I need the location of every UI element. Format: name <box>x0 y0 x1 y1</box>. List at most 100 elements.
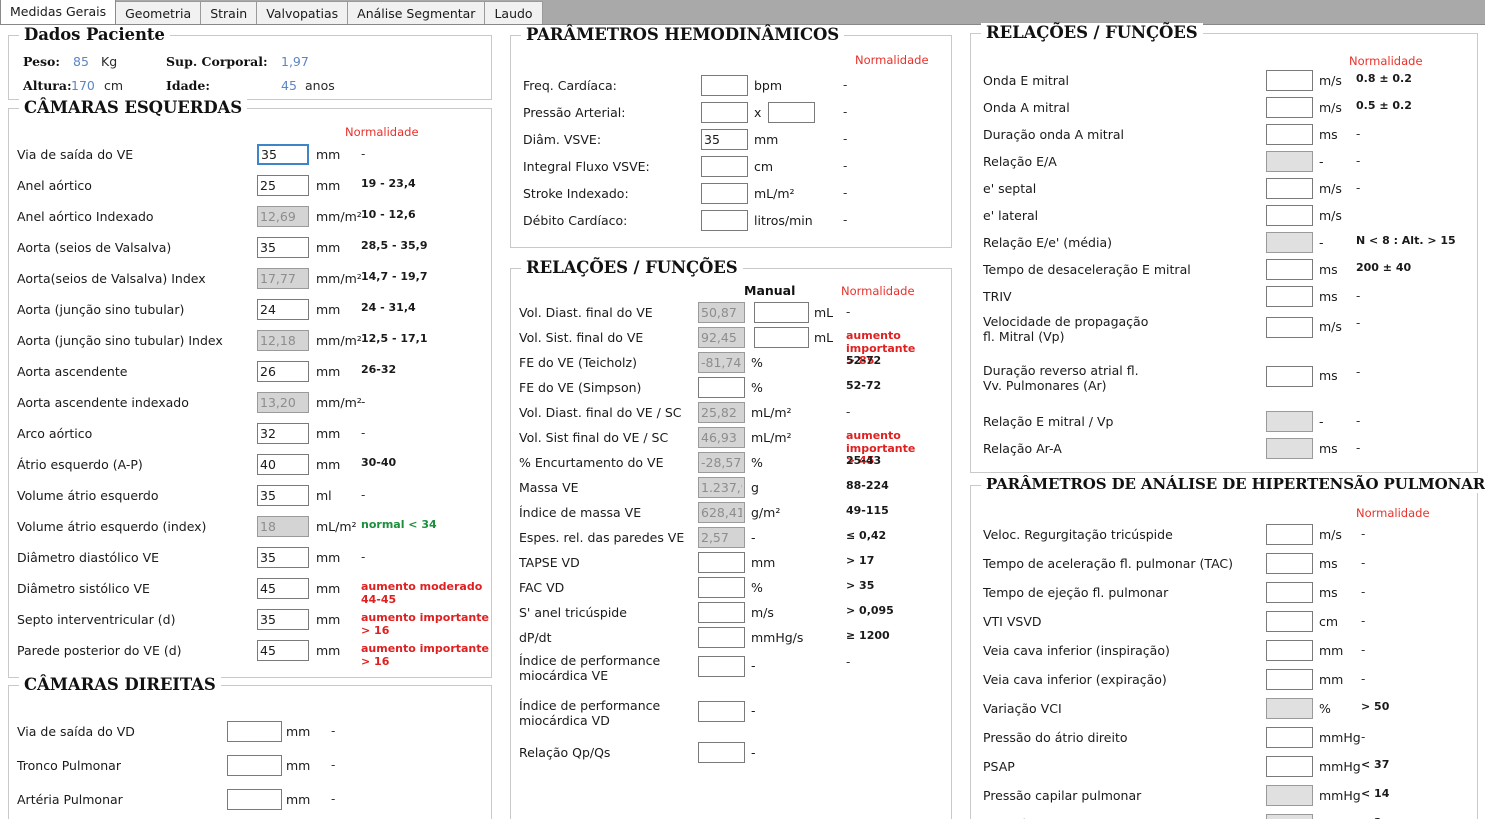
label-arco-aortico: Arco aórtico <box>17 426 93 441</box>
label-onda-a-mitral: Onda A mitral <box>983 100 1070 115</box>
input-velocidade-de-propagacao-fl-mitral-vp[interactable] <box>1266 317 1313 338</box>
unit-duracao-onda-a-mitral: ms <box>1319 127 1338 142</box>
input-anel-aortico[interactable] <box>257 175 309 196</box>
input-veloc-regurgitacao-tricuspide[interactable] <box>1266 524 1313 545</box>
normalidade-diametro-sistolico-ve: aumento moderado 44-45 <box>361 580 483 606</box>
measurement-row: Variação VCI% > 50 <box>971 698 1477 720</box>
tab-medidas-gerais[interactable]: Medidas Gerais <box>0 0 117 24</box>
input-atrio-esquerdo-a-p[interactable] <box>257 454 309 475</box>
input-e-septal[interactable] <box>1266 178 1313 199</box>
manual-input-vol-diast-final-do-ve[interactable] <box>754 302 809 323</box>
measurement-row: Freq. Cardíaca: bpm - <box>511 75 951 97</box>
input-pressao-do-atrio-direito[interactable] <box>1266 727 1313 748</box>
input-volume-atrio-esquerdo[interactable] <box>257 485 309 506</box>
input-tapse-vd[interactable] <box>698 552 745 573</box>
input-psap[interactable] <box>1266 756 1313 777</box>
input-vti-vsvd[interactable] <box>1266 611 1313 632</box>
input-tempo-de-aceleracao-fl-pulmonar-tac[interactable] <box>1266 553 1313 574</box>
tab-geometria[interactable]: Geometria <box>115 1 202 24</box>
left-chambers-group: CÂMARAS ESQUERDAS Normalidade Via de saí… <box>8 98 492 678</box>
input-aorta-juncao-sino-tubular[interactable] <box>257 299 309 320</box>
tab-an-lise-segmentar[interactable]: Análise Segmentar <box>347 1 486 24</box>
unit-e-septal: m/s <box>1319 181 1342 196</box>
measurement-row: Vol. Sist final do VE / SCmL/m²aumento i… <box>511 427 951 467</box>
normalidade-aorta-ascendente: 26-32 <box>361 363 397 376</box>
input-onda-a-mitral[interactable] <box>1266 97 1313 118</box>
measurement-row: % Encurtamento do VE% 25-43 <box>511 452 951 474</box>
unit-relacao-e-a: - <box>1319 154 1324 169</box>
input-relacao-ar-a <box>1266 438 1313 459</box>
input-tronco-pulmonar[interactable] <box>227 755 282 776</box>
label-triv: TRIV <box>983 289 1012 304</box>
input-aorta-seios-de-valsalva[interactable] <box>257 237 309 258</box>
relations-mid-normalidade-header: Normalidade <box>841 284 915 298</box>
normalidade-indice-de-performance-miocardica-ve: - <box>846 655 851 669</box>
unit-septo-interventricular-d: mm <box>316 612 341 627</box>
input-relacao-qp-qs[interactable] <box>698 742 745 763</box>
unit-aorta-juncao-sino-tubular: mm <box>316 302 341 317</box>
input-s-anel-tricuspide[interactable] <box>698 602 745 623</box>
input-indice-de-massa-ve <box>698 502 745 523</box>
input-diametro-diastolico-ve[interactable] <box>257 547 309 568</box>
peso-label: Peso: <box>23 54 61 69</box>
measurement-row: Duração reverso atrial fl. Vv. Pulmonare… <box>971 362 1477 398</box>
input-aorta-ascendente[interactable] <box>257 361 309 382</box>
input-onda-e-mitral[interactable] <box>1266 70 1313 91</box>
input-septo-interventricular-d[interactable] <box>257 609 309 630</box>
input-duracao-onda-a-mitral[interactable] <box>1266 124 1313 145</box>
label-arteria-pulmonar: Artéria Pulmonar <box>17 792 123 807</box>
input-tempo-de-desaceleracao-e-mitral[interactable] <box>1266 259 1313 280</box>
input-arteria-pulmonar[interactable] <box>227 789 282 810</box>
input-dp-dt[interactable] <box>698 627 745 648</box>
label-freq-cardiaca: Freq. Cardíaca: <box>523 78 617 93</box>
input-fac-vd[interactable] <box>698 577 745 598</box>
manual-input-vol-sist-final-do-ve[interactable] <box>754 327 809 348</box>
input-diametro-sistolico-ve[interactable] <box>257 578 309 599</box>
right-column: RELAÇÕES / FUNÇÕES Normalidade Onda E mi… <box>962 23 1485 819</box>
input-debito-cardiaco[interactable] <box>701 210 748 231</box>
unit-relacao-e-mitral-vp: - <box>1319 414 1324 429</box>
label-diametro-diastolico-ve: Diâmetro diastólico VE <box>17 550 160 565</box>
input-triv[interactable] <box>1266 286 1313 307</box>
normalidade-indice-de-massa-ve: 49-115 <box>846 504 889 517</box>
input-veia-cava-inferior-inspiracao[interactable] <box>1266 640 1313 661</box>
normalidade-tempo-de-desaceleracao-e-mitral: 200 ± 40 <box>1356 261 1412 274</box>
input-fe-do-ve-simpson[interactable] <box>698 377 745 398</box>
input-arco-aortico[interactable] <box>257 423 309 444</box>
input-tempo-de-ejecao-fl-pulmonar[interactable] <box>1266 582 1313 603</box>
input-relacao-e-a <box>1266 151 1313 172</box>
input-vol-sist-final-do-ve-sc <box>698 427 745 448</box>
input-freq-cardiaca[interactable] <box>701 75 748 96</box>
normalidade-tempo-de-aceleracao-fl-pulmonar-tac: - <box>1361 556 1366 570</box>
normalidade-freq-cardiaca: - <box>843 78 848 92</box>
input-integral-fluxo-vsve[interactable] <box>701 156 748 177</box>
input-e-lateral[interactable] <box>1266 205 1313 226</box>
label-encurtamento-do-ve: % Encurtamento do VE <box>519 455 664 470</box>
unit-atrio-esquerdo-a-p: mm <box>316 457 341 472</box>
tab-strain[interactable]: Strain <box>200 1 258 24</box>
input-indice-de-performance-miocardica-ve[interactable] <box>698 656 745 677</box>
input-stroke-indexado[interactable] <box>701 183 748 204</box>
tab-valvopatias[interactable]: Valvopatias <box>256 1 349 24</box>
input-veia-cava-inferior-expiracao[interactable] <box>1266 669 1313 690</box>
input-pressao-arterial[interactable] <box>701 102 748 123</box>
measurement-row: Relação Ar-A ms - <box>971 438 1477 460</box>
normalidade-fe-do-ve-simpson: 52-72 <box>846 379 882 392</box>
unit-tempo-de-desaceleracao-e-mitral: ms <box>1319 262 1338 277</box>
tab-laudo[interactable]: Laudo <box>484 1 543 24</box>
label-fe-do-ve-simpson: FE do VE (Simpson) <box>519 380 642 395</box>
input-pressao-arterial-diastolic[interactable] <box>768 102 815 123</box>
normalidade-espes-rel-das-paredes-ve: ≤ 0,42 <box>846 529 887 542</box>
input-via-de-saida-do-ve[interactable] <box>257 144 309 165</box>
input-parede-posterior-do-ve-d[interactable] <box>257 640 309 661</box>
measurement-row: Relação E mitral / Vp - - <box>971 411 1477 433</box>
input-indice-de-performance-miocardica-vd[interactable] <box>698 701 745 722</box>
unit-fac-vd: % <box>751 580 763 595</box>
label-velocidade-de-propagacao-fl-mitral-vp: Velocidade de propagação fl. Mitral (Vp) <box>983 314 1149 344</box>
input-duracao-reverso-atrial-fl-vv-pulmonares-ar[interactable] <box>1266 366 1313 387</box>
relations-mid-group: RELAÇÕES / FUNÇÕES Normalidade Manual Vo… <box>510 258 952 819</box>
peso-value: 85 <box>73 54 89 69</box>
input-diam-vsve[interactable] <box>701 129 748 150</box>
input-via-de-saida-do-vd[interactable] <box>227 721 282 742</box>
hemodynamic-normalidade-header: Normalidade <box>855 53 929 67</box>
